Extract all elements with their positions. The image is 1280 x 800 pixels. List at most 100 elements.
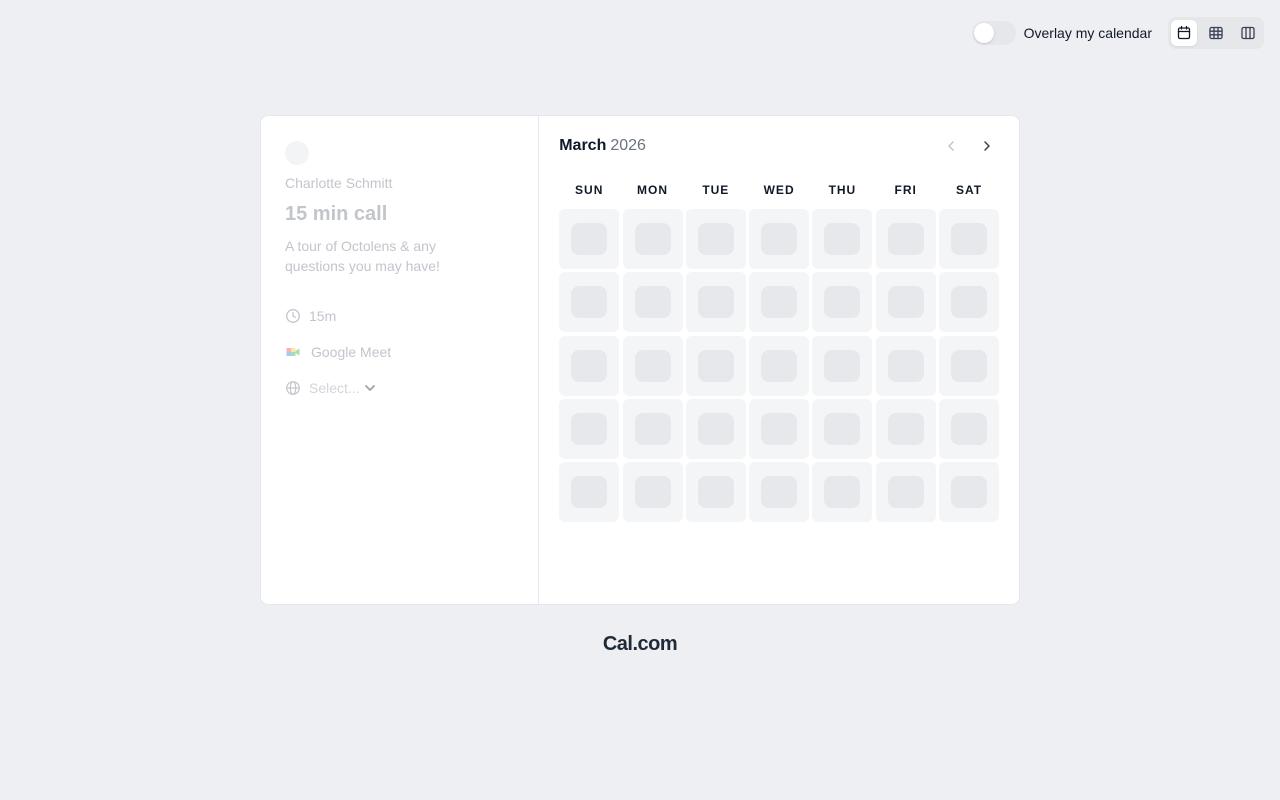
layout-switcher bbox=[1168, 17, 1264, 49]
day-cell-skeleton bbox=[685, 335, 746, 396]
days-grid bbox=[559, 209, 999, 523]
cal-com-logo: Cal.com bbox=[602, 633, 678, 655]
day-cell-skeleton bbox=[875, 398, 936, 459]
event-description: A tour of Octolens & any questions you m… bbox=[285, 238, 440, 274]
google-meet-icon bbox=[285, 344, 301, 360]
day-number-skeleton bbox=[634, 223, 671, 255]
day-cell-skeleton bbox=[622, 209, 683, 269]
day-cell-skeleton bbox=[622, 335, 683, 396]
day-number-skeleton bbox=[887, 286, 924, 319]
day-number-skeleton bbox=[634, 412, 671, 445]
day-cell-skeleton bbox=[559, 335, 620, 396]
weekday-label: WED bbox=[763, 183, 795, 197]
weekday-label: SUN bbox=[575, 183, 604, 197]
day-number-skeleton bbox=[697, 476, 734, 509]
overlay-calendar-label[interactable]: Overlay my calendar bbox=[1024, 25, 1152, 41]
day-number-skeleton bbox=[634, 349, 671, 382]
column-view-button[interactable] bbox=[1235, 20, 1261, 46]
timezone-row: Select... bbox=[285, 378, 514, 398]
day-number-skeleton bbox=[761, 349, 798, 382]
next-month-button[interactable] bbox=[975, 134, 999, 158]
month-navigation bbox=[927, 134, 999, 158]
day-number-skeleton bbox=[697, 349, 734, 382]
host-name: Charlotte Schmitt bbox=[285, 175, 393, 191]
location-row: Google Meet bbox=[285, 342, 514, 362]
day-cell-skeleton bbox=[749, 398, 810, 459]
day-cell-skeleton bbox=[939, 462, 999, 523]
location-value: Google Meet bbox=[311, 344, 392, 360]
day-number-skeleton bbox=[887, 412, 924, 445]
day-cell-skeleton bbox=[875, 209, 936, 269]
day-number-skeleton bbox=[697, 286, 734, 319]
chevron-right-icon bbox=[984, 141, 990, 151]
day-number-skeleton bbox=[761, 412, 798, 445]
event-title: 15 min call bbox=[285, 203, 388, 225]
day-cell-skeleton bbox=[622, 398, 683, 459]
day-number-skeleton bbox=[951, 476, 987, 509]
day-number-skeleton bbox=[951, 223, 987, 255]
week-view-button[interactable] bbox=[1203, 20, 1229, 46]
day-number-skeleton bbox=[634, 476, 671, 509]
day-cell-skeleton bbox=[875, 462, 936, 523]
day-cell-skeleton bbox=[875, 335, 936, 396]
calendar-icon bbox=[1177, 25, 1191, 40]
day-cell-skeleton bbox=[559, 272, 620, 333]
overlay-calendar-toggle[interactable] bbox=[971, 21, 1016, 45]
day-number-skeleton bbox=[951, 286, 987, 319]
day-number-skeleton bbox=[824, 476, 861, 509]
globe-icon bbox=[285, 380, 301, 396]
weekday-label: MON bbox=[637, 183, 669, 197]
month-year-title: March 2026 bbox=[559, 137, 646, 155]
duration-row: 15m bbox=[285, 306, 514, 326]
day-number-skeleton bbox=[824, 412, 861, 445]
day-cell-skeleton bbox=[939, 398, 999, 459]
day-number-skeleton bbox=[697, 223, 734, 255]
day-cell-skeleton bbox=[812, 462, 873, 523]
weekday-label: FRI bbox=[894, 183, 917, 197]
day-number-skeleton bbox=[761, 286, 798, 319]
day-cell-skeleton bbox=[685, 398, 746, 459]
previous-month-button[interactable] bbox=[939, 134, 963, 158]
timezone-select[interactable]: Select... bbox=[309, 380, 377, 396]
calendar-header: March 2026 bbox=[559, 136, 999, 156]
day-cell-skeleton bbox=[622, 462, 683, 523]
day-number-skeleton bbox=[824, 349, 861, 382]
columns-icon bbox=[1241, 26, 1255, 40]
weekday-header: SUN MON TUE WED THU FRI SAT bbox=[559, 182, 999, 198]
weekday-label: THU bbox=[828, 183, 857, 197]
day-cell-skeleton bbox=[749, 272, 810, 333]
day-cell-skeleton bbox=[559, 398, 620, 459]
day-cell-skeleton bbox=[622, 272, 683, 333]
booker-card: Charlotte Schmitt 15 min call A tour of … bbox=[260, 115, 1020, 605]
day-number-skeleton bbox=[571, 286, 608, 319]
day-cell-skeleton bbox=[559, 462, 620, 523]
day-number-skeleton bbox=[634, 286, 671, 319]
day-cell-skeleton bbox=[685, 272, 746, 333]
duration-value: 15m bbox=[309, 308, 337, 324]
day-cell-skeleton bbox=[939, 272, 999, 333]
top-bar: Overlay my calendar bbox=[971, 17, 1264, 49]
day-cell-skeleton bbox=[812, 272, 873, 333]
day-number-skeleton bbox=[887, 223, 924, 255]
day-number-skeleton bbox=[951, 412, 987, 445]
day-cell-skeleton bbox=[749, 462, 810, 523]
weekday-label: SAT bbox=[955, 183, 983, 197]
day-cell-skeleton bbox=[685, 462, 746, 523]
year-label: 2026 bbox=[610, 137, 646, 154]
chevron-left-icon bbox=[948, 141, 954, 151]
host-avatar bbox=[285, 141, 309, 165]
day-number-skeleton bbox=[761, 476, 798, 509]
day-number-skeleton bbox=[571, 476, 608, 509]
day-number-skeleton bbox=[951, 349, 987, 382]
timezone-placeholder: Select... bbox=[309, 380, 360, 396]
day-number-skeleton bbox=[697, 412, 734, 445]
month-view-button[interactable] bbox=[1171, 20, 1197, 46]
weekday-label: TUE bbox=[702, 183, 730, 197]
overlay-calendar-control: Overlay my calendar bbox=[971, 21, 1152, 45]
grid-icon bbox=[1209, 26, 1223, 40]
day-number-skeleton bbox=[824, 223, 861, 255]
clock-icon bbox=[285, 308, 301, 324]
day-cell-skeleton bbox=[812, 209, 873, 269]
day-cell-skeleton bbox=[559, 209, 620, 269]
day-cell-skeleton bbox=[875, 272, 936, 333]
